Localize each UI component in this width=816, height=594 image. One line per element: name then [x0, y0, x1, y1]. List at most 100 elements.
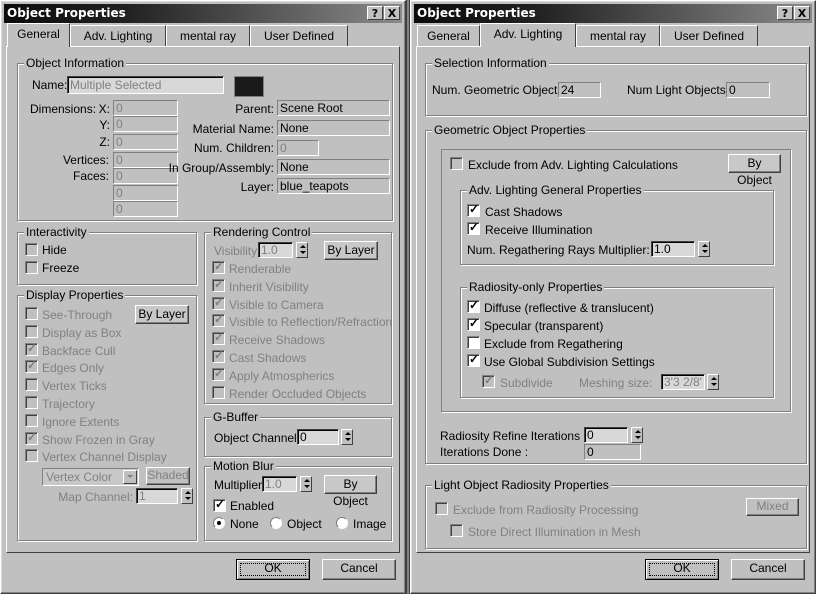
checkbox[interactable]: ✓	[212, 259, 225, 274]
close-button[interactable]: X	[794, 6, 810, 20]
object-channel-spinner[interactable]	[341, 429, 353, 445]
receive-illumination-checkbox[interactable]: ✓	[467, 220, 480, 235]
tab-label: Adv. Lighting	[493, 27, 563, 41]
visibility-field[interactable]: 1.0	[258, 242, 293, 258]
checkbox[interactable]: ✓	[212, 366, 225, 381]
help-icon: ?	[781, 7, 789, 20]
button-label: Cancel	[749, 561, 787, 575]
display-by-layer-button[interactable]: By Layer	[135, 305, 189, 324]
multiplier-field[interactable]: 1.0	[262, 476, 297, 492]
group-title: Object Information	[24, 56, 127, 70]
checkbox[interactable]	[25, 449, 38, 463]
checkbox[interactable]: ✓	[212, 330, 225, 346]
checkbox[interactable]: ✓	[212, 277, 225, 292]
checkbox[interactable]	[467, 336, 480, 349]
refine-iterations-field[interactable]: 0	[584, 427, 628, 443]
cast-shadows-label: Cast Shadows	[485, 205, 563, 219]
ok-button[interactable]: OK	[645, 559, 719, 580]
exclude-adv-lighting-checkbox[interactable]	[450, 157, 463, 170]
shaded-button[interactable]: Shaded	[146, 467, 190, 485]
vertices-label: Vertices:	[62, 153, 109, 167]
checkbox[interactable]	[25, 413, 38, 427]
checkbox[interactable]: ✓	[467, 352, 480, 367]
cancel-button[interactable]: Cancel	[731, 559, 805, 580]
checkbox[interactable]: ✓	[467, 298, 480, 313]
name-label: Name:	[32, 78, 68, 92]
tab-general[interactable]: General	[7, 23, 70, 47]
tab-general[interactable]: General	[417, 25, 480, 46]
help-button[interactable]: ?	[777, 6, 793, 20]
ok-button[interactable]: OK	[236, 559, 310, 580]
layer-label: Layer:	[240, 180, 274, 194]
freeze-checkbox[interactable]	[25, 261, 38, 274]
hide-checkbox[interactable]	[25, 243, 38, 256]
y-label: Y:	[99, 118, 110, 132]
render-by-layer-button[interactable]: By Layer	[324, 241, 378, 260]
visibility-spinner[interactable]	[296, 242, 308, 258]
checkbox[interactable]: ✓	[212, 348, 225, 363]
regathering-rays-spinner[interactable]	[698, 241, 710, 257]
checkmark-icon: ✓	[27, 358, 38, 373]
tab-adv-lighting[interactable]: Adv. Lighting	[480, 23, 576, 47]
checkmark-icon: ✓	[214, 294, 225, 309]
vertex-channel-dropdown[interactable]: Vertex Color	[42, 468, 139, 486]
checkbox[interactable]	[25, 307, 38, 320]
checkbox[interactable]	[25, 378, 38, 392]
checkbox-label: Visible to Reflection/Refraction	[229, 315, 393, 330]
enabled-checkbox[interactable]: ✓	[213, 497, 226, 512]
name-field[interactable]: Multiple Selected	[67, 76, 224, 94]
checkbox[interactable]: ✓	[25, 341, 38, 356]
close-button[interactable]: X	[384, 6, 400, 20]
checkbox[interactable]: ✓	[25, 430, 38, 445]
checkbox[interactable]: ✓	[25, 358, 38, 374]
group-title: Selection Information	[432, 56, 549, 70]
checkbox[interactable]	[25, 396, 38, 409]
motion-by-object-button[interactable]: By Object	[324, 475, 377, 508]
object-channel-label: Object Channel:	[214, 431, 301, 445]
chevron-down-icon[interactable]	[123, 470, 137, 484]
meshing-size-field[interactable]: 3'3 2/8'	[661, 374, 705, 390]
radio-none[interactable]	[213, 517, 225, 529]
num-children-label: Num. Children:	[193, 141, 274, 155]
tab-user-defined[interactable]: User Defined	[250, 25, 348, 46]
visibility-label: Visibility:	[214, 244, 261, 258]
checkbox-label: Vertex Channel Display	[42, 450, 167, 465]
checkbox[interactable]: ✓	[467, 316, 480, 331]
cast-shadows-checkbox[interactable]: ✓	[467, 202, 480, 217]
mixed-button[interactable]: Mixed	[746, 498, 799, 516]
tab-mental-ray[interactable]: mental ray	[576, 25, 660, 46]
subdivide-checkbox[interactable]: ✓	[482, 373, 495, 388]
tab-user-defined[interactable]: User Defined	[660, 25, 758, 46]
tab-mental-ray[interactable]: mental ray	[166, 25, 250, 46]
geo-by-object-button[interactable]: By Object	[728, 154, 781, 187]
regathering-rays-field[interactable]: 1.0	[651, 241, 695, 257]
dropdown-value: Vertex Color	[46, 470, 113, 484]
multiplier-spinner[interactable]	[300, 476, 312, 492]
store-direct-illumination-checkbox[interactable]	[450, 524, 463, 537]
cancel-button[interactable]: Cancel	[322, 559, 396, 580]
enabled-label: Enabled	[230, 499, 275, 513]
object-channel-field[interactable]: 0	[297, 429, 339, 445]
radio-image[interactable]	[336, 517, 348, 529]
checkmark-icon: ✓	[214, 259, 225, 273]
checkbox[interactable]: ✓	[212, 312, 225, 328]
meshing-size-spinner[interactable]	[707, 374, 719, 390]
button-label: By Layer	[138, 307, 186, 321]
checkbox-label: Display as Box	[42, 325, 122, 340]
exclude-radiosity-checkbox[interactable]	[435, 502, 448, 515]
checkbox[interactable]	[212, 385, 225, 399]
object-color-swatch[interactable]	[234, 76, 264, 97]
checkbox[interactable]	[25, 324, 38, 338]
help-button[interactable]: ?	[367, 6, 383, 20]
num-light-objects-label: Num Light Objects:	[627, 83, 730, 97]
map-channel-spinner[interactable]	[181, 488, 193, 504]
refine-iterations-spinner[interactable]	[631, 427, 643, 443]
tab-adv-lighting[interactable]: Adv. Lighting	[70, 25, 166, 46]
map-channel-field[interactable]: 1	[136, 488, 178, 504]
radio-object[interactable]	[270, 517, 282, 529]
tab-label: Adv. Lighting	[83, 29, 153, 43]
button-label: OK	[264, 561, 282, 575]
checkbox-label: Inherit Visibility	[229, 279, 309, 294]
checkbox[interactable]: ✓	[212, 294, 225, 310]
dimensions-label: Dimensions:	[30, 102, 97, 116]
